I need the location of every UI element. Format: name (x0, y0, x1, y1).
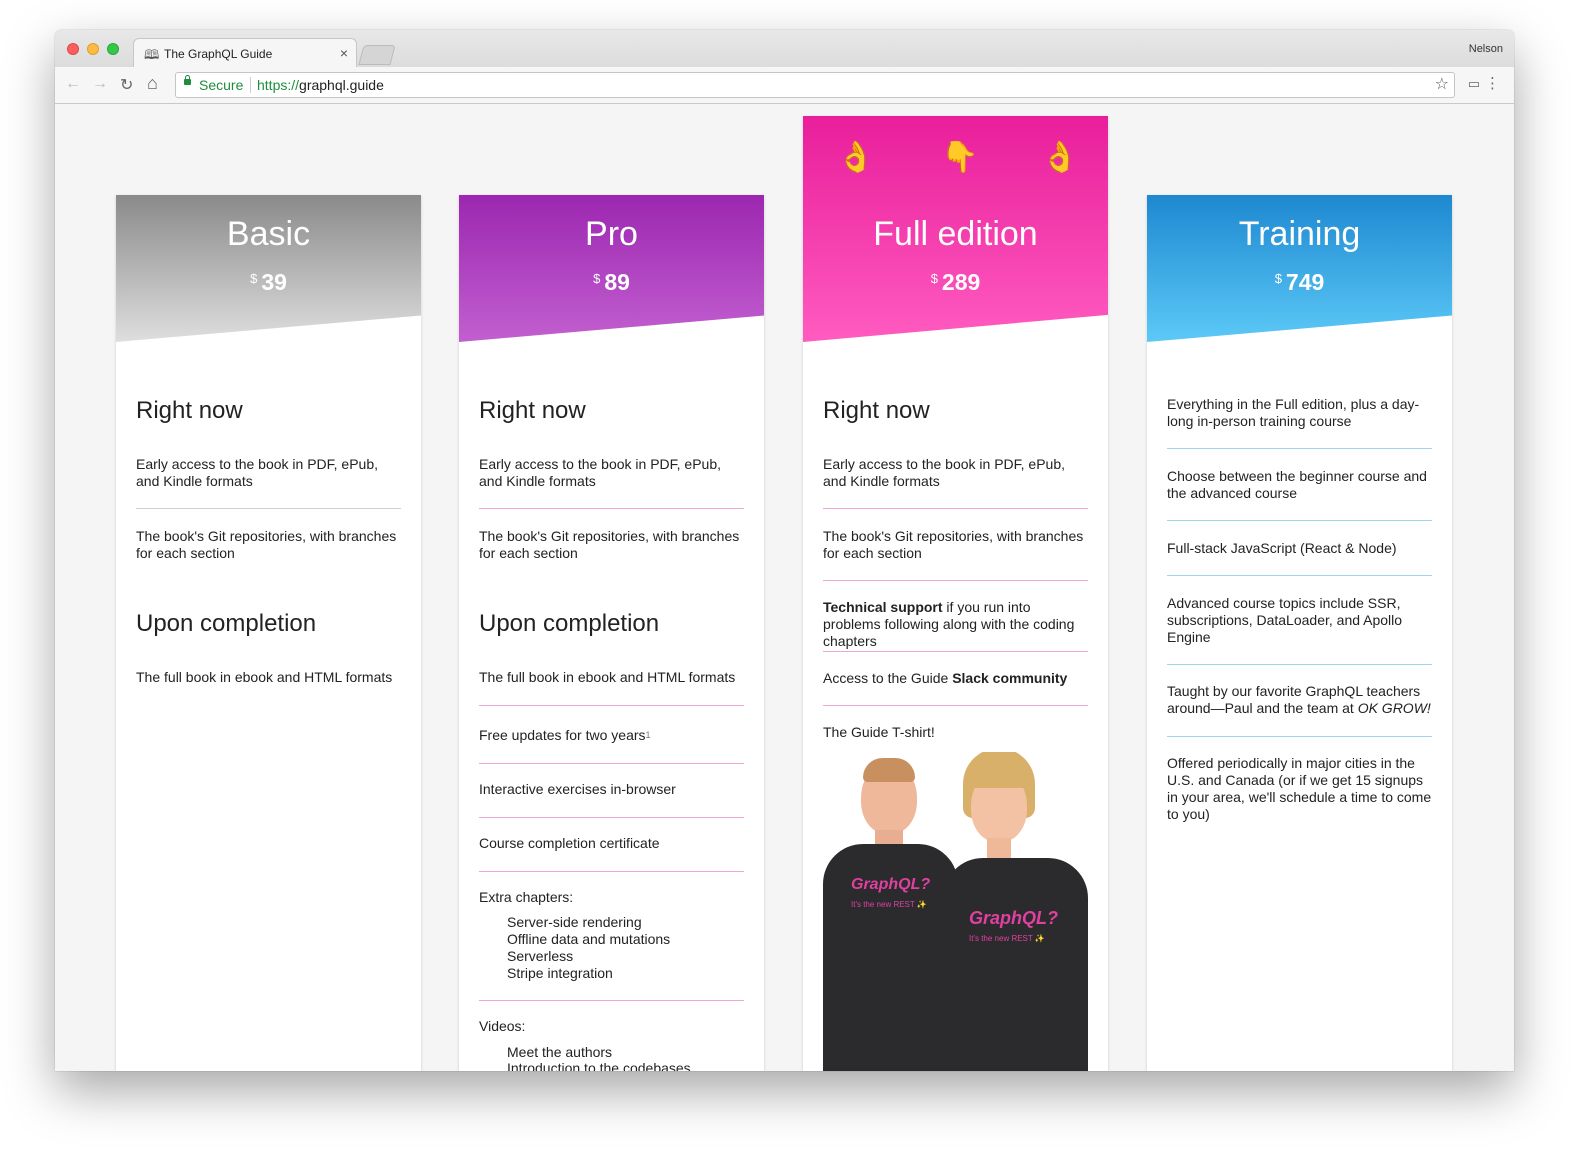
feature-bold: Slack community (952, 670, 1068, 686)
shirt-tagline: It's the new REST ✨ (851, 900, 927, 909)
url-protocol: https:// (257, 77, 300, 93)
reload-icon[interactable]: ↻ (120, 75, 133, 95)
title-bar: 🕮 The GraphQL Guide × Nelson (55, 30, 1514, 68)
divider (823, 508, 1088, 509)
feature-item: Technical support if you run into proble… (823, 599, 1088, 650)
divider (479, 1000, 744, 1001)
company-name: OK GROW! (1357, 700, 1431, 716)
shirt-logo-text: GraphQL? (969, 908, 1058, 928)
list-item: Server-side rendering (507, 914, 642, 930)
footnote-marker[interactable]: 1 (646, 730, 651, 740)
feature-item: Taught by our favorite GraphQL teachers … (1167, 683, 1432, 717)
divider (479, 763, 744, 764)
page-content: Basic $39 Right now Early access to the … (55, 104, 1514, 1071)
feature-item: Interactive exercises in-browser (479, 781, 676, 797)
plan-body: Everything in the Full edition, plus a d… (1167, 195, 1432, 1071)
feature-item: Advanced course topics include SSR, subs… (1167, 595, 1403, 645)
divider (479, 508, 744, 509)
list-item: Introduction to the codebases (507, 1060, 691, 1071)
bookmark-star-icon[interactable]: ☆ (1435, 74, 1449, 94)
url-text[interactable]: https://graphql.guide (257, 77, 384, 93)
browser-toolbar: ← → ↻ ⌂ Secure https://graphql.guide ☆ ▭… (55, 67, 1514, 104)
tab-title: The GraphQL Guide (164, 47, 273, 61)
feature-item: Early access to the book in PDF, ePub, a… (823, 456, 1066, 489)
feature-text: Access to the Guide (823, 670, 953, 686)
divider (1167, 664, 1432, 665)
list-item: Meet the authors (507, 1044, 613, 1060)
close-window-button[interactable] (67, 43, 79, 55)
person-woman: GraphQL? It's the new REST ✨ (933, 752, 1088, 1071)
section-title-right-now: Right now (823, 397, 930, 424)
bangs (971, 768, 1027, 788)
back-icon[interactable]: ← (65, 75, 81, 93)
minimize-window-button[interactable] (87, 43, 99, 55)
close-tab-icon[interactable]: × (340, 45, 348, 61)
divider (479, 705, 744, 706)
divider (823, 705, 1088, 706)
url-host: graphql.guide (299, 77, 384, 93)
plan-card-training[interactable]: Training $749 Everything in the Full edi… (1147, 195, 1452, 1071)
feature-item: Early access to the book in PDF, ePub, a… (479, 456, 722, 489)
divider (823, 580, 1088, 581)
browser-tab[interactable]: 🕮 The GraphQL Guide × (133, 38, 357, 68)
feature-bold: Technical support (823, 599, 943, 615)
menu-icon[interactable]: ⋮ (1485, 74, 1500, 92)
plan-body: Right now Early access to the book in PD… (479, 195, 744, 1071)
feature-item: Offered periodically in major cities in … (1167, 755, 1432, 822)
divider (479, 871, 744, 872)
list-item: Stripe integration (507, 965, 613, 981)
section-title-right-now: Right now (479, 397, 586, 424)
plan-card-full-edition[interactable]: 👌 👇 👌 Full edition $289 Right now Early … (803, 116, 1108, 1071)
lock-icon (184, 75, 191, 85)
feature-item: Access to the Guide Slack community (823, 670, 1088, 687)
plan-card-pro[interactable]: Pro $89 Right now Early access to the bo… (459, 195, 764, 1071)
list-item: Offline data and mutations (507, 931, 671, 947)
feature-item: The book's Git repositories, with branch… (136, 528, 397, 561)
feature-item: Choose between the beginner course and t… (1167, 468, 1427, 501)
feature-item: Free updates for two years1 (479, 727, 744, 744)
hair (863, 758, 915, 782)
divider (479, 817, 744, 818)
feature-item: Full-stack JavaScript (React & Node) (1167, 540, 1397, 556)
feature-item: Course completion certificate (479, 835, 660, 851)
plan-body: Right now Early access to the book in PD… (136, 195, 401, 1071)
divider (1167, 575, 1432, 576)
feature-text: Free updates for two years (479, 727, 646, 743)
shirt-tagline: It's the new REST ✨ (969, 934, 1045, 943)
address-bar[interactable]: Secure https://graphql.guide ☆ (175, 72, 1455, 98)
divider (1167, 736, 1432, 737)
section-title-upon-completion: Upon completion (479, 610, 660, 637)
section-title-right-now: Right now (136, 397, 243, 424)
authors-tshirt-photo: GraphQL? It's the new REST ✨ GraphQL? It… (823, 752, 1088, 1071)
feature-item: The full book in ebook and HTML formats (479, 669, 736, 685)
feature-item: The Guide T-shirt! (823, 724, 935, 740)
videos-title: Videos: (479, 1018, 526, 1034)
zoom-window-button[interactable] (107, 43, 119, 55)
feature-item: The book's Git repositories, with branch… (479, 528, 740, 561)
list-item: Serverless (507, 948, 574, 964)
book-icon: 🕮 (144, 47, 160, 62)
address-divider (250, 77, 251, 93)
forward-icon[interactable]: → (92, 75, 108, 93)
home-icon[interactable]: ⌂ (147, 73, 158, 94)
browser-window: 🕮 The GraphQL Guide × Nelson ← → ↻ ⌂ Sec… (55, 30, 1514, 1071)
new-tab-button[interactable] (358, 45, 396, 65)
divider (823, 651, 1088, 652)
t-shirt (943, 858, 1088, 1071)
divider (1167, 520, 1432, 521)
extra-chapters-title: Extra chapters: (479, 889, 574, 905)
divider (136, 508, 401, 509)
secure-label: Secure (199, 77, 244, 93)
shirt-logo-text: GraphQL? (851, 876, 931, 893)
section-title-upon-completion: Upon completion (136, 610, 317, 637)
cast-icon[interactable]: ▭ (1468, 76, 1480, 92)
feature-item: Everything in the Full edition, plus a d… (1167, 396, 1420, 429)
feature-item: Early access to the book in PDF, ePub, a… (136, 456, 379, 489)
profile-name[interactable]: Nelson (1469, 43, 1503, 55)
feature-item: The full book in ebook and HTML formats (136, 669, 393, 685)
feature-item: The book's Git repositories, with branch… (823, 528, 1084, 561)
plan-card-basic[interactable]: Basic $39 Right now Early access to the … (116, 195, 421, 1071)
divider (1167, 448, 1432, 449)
